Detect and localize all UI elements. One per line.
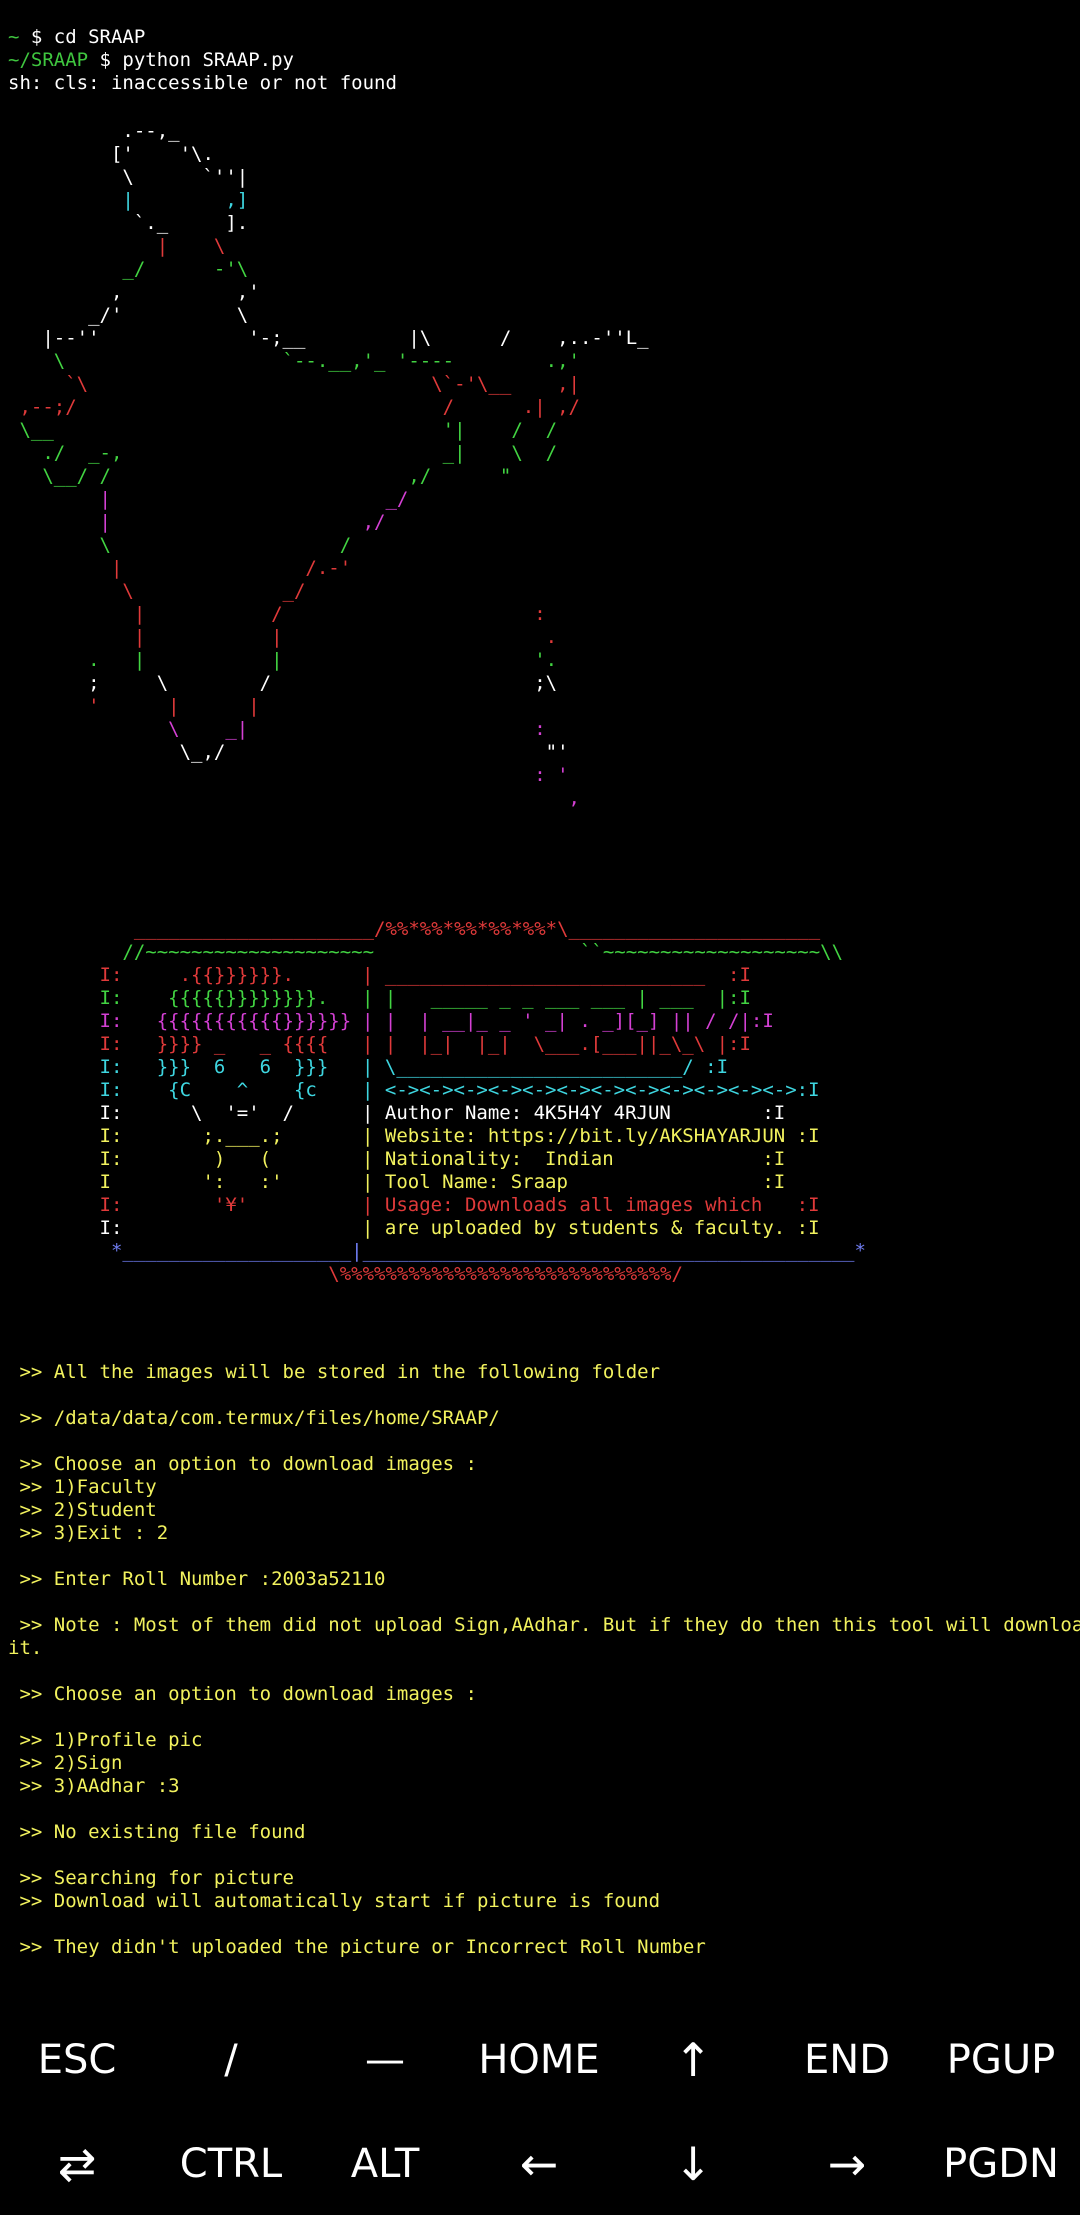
- india-map-line: `\ \`-'\__ ,|: [8, 373, 580, 395]
- india-map-line: | _/: [8, 488, 409, 510]
- india-map-line: .--,_: [8, 120, 180, 142]
- india-map-line: ,: [8, 787, 580, 809]
- banner-art-cell: I: {{{{{{{{{{{}}}}}}: [8, 1010, 363, 1032]
- banner-art-cell: I: {C ^ {c: [8, 1079, 352, 1101]
- output-line: >> Enter Roll Number :2003a52110: [8, 1568, 386, 1590]
- terminal-screen[interactable]: ~ $ cd SRAAP ~/SRAAP $ python SRAAP.py s…: [0, 0, 1080, 2010]
- output-line: >> 1)Faculty: [8, 1476, 157, 1498]
- output-line: it.: [8, 1637, 43, 1659]
- banner-info-cell: | \_________________________/ :I: [362, 1056, 729, 1078]
- banner-art-cell: I: ) (: [8, 1148, 352, 1170]
- india-map-line: _/' \: [8, 304, 249, 326]
- output-line: >> 2)Student: [8, 1499, 157, 1521]
- india-map-line: `._ ].: [8, 212, 249, 234]
- banner-art-cell: I: \ '=' /: [8, 1102, 352, 1124]
- banner-top-border: _____________________/%%*%%*%%*%%*%%*\__…: [8, 918, 821, 940]
- prompt-path: ~: [8, 26, 20, 48]
- banner-info-cell: | <-><-><-><-><-><-><-><-><-><-><-><->:I: [362, 1079, 820, 1101]
- home-key[interactable]: HOME: [462, 2010, 616, 2110]
- left-arrow-key[interactable]: ←: [462, 2114, 616, 2214]
- banner-info-cell: | | _____ _ _ ___ ___ | ___ |:I: [362, 987, 751, 1009]
- pgdn-key[interactable]: PGDN: [924, 2114, 1078, 2214]
- banner-info-cell: | | |_| |_| \___.[___||_\_\ |:I: [362, 1033, 751, 1055]
- slash-key[interactable]: /: [154, 2010, 308, 2110]
- banner-info-cell: | Nationality: Indian :I: [362, 1148, 786, 1170]
- banner-bottom-border: *____________________|__________________…: [8, 1240, 866, 1262]
- output-line: >> Note : Most of them did not upload Si…: [8, 1614, 1080, 1636]
- tab-key[interactable]: ⇄: [0, 2114, 154, 2214]
- banner-art-cell: I:: [8, 1217, 352, 1239]
- india-map-line: | ,/: [8, 511, 386, 533]
- india-map-line: \ `--.__,'_ '---- .,': [8, 350, 580, 372]
- output-line: >> No existing file found: [8, 1821, 306, 1843]
- banner-bottom-subborder: \%%%%%%%%%%%%%%%%%%%%%%%%%%%%%/: [8, 1263, 683, 1285]
- india-map-line: ' | |: [8, 695, 260, 717]
- prompt-path: ~/SRAAP: [8, 49, 89, 71]
- india-map-line: \__/ / ,/ ": [8, 465, 512, 487]
- down-arrow-key[interactable]: ↓: [616, 2114, 770, 2214]
- banner-art-cell: I: '¥': [8, 1194, 340, 1216]
- india-map-line: ,--;/ / .| ,/: [8, 396, 580, 418]
- india-map-line: | \: [8, 235, 226, 257]
- india-map-line: : ': [8, 764, 569, 786]
- command-text: $ python SRAAP.py: [88, 49, 294, 71]
- alt-key[interactable]: ALT: [308, 2114, 462, 2214]
- india-map-line: \ /: [8, 534, 352, 556]
- banner-info-cell: | Tool Name: Sraap :I: [362, 1171, 786, 1193]
- india-map-line: . | | '.: [8, 649, 558, 671]
- output-line: >> 1)Profile pic: [8, 1729, 203, 1751]
- banner-info-cell: | Author Name: 4K5H4Y 4RJUN :I: [362, 1102, 786, 1124]
- india-map-line: | | .: [8, 626, 558, 648]
- output-line: >> All the images will be stored in the …: [8, 1361, 661, 1383]
- india-map-line: \ `''|: [8, 166, 249, 188]
- pgup-key[interactable]: PGUP: [924, 2010, 1078, 2110]
- right-arrow-key[interactable]: →: [770, 2114, 924, 2214]
- banner-art-cell: I ': :': [8, 1171, 352, 1193]
- india-map-line: |--'' '-;__ |\ / ,..-''L_: [8, 327, 649, 349]
- output-line: >> /data/data/com.termux/files/home/SRAA…: [8, 1407, 500, 1429]
- end-key[interactable]: END: [770, 2010, 924, 2110]
- output-line: >> Download will automatically start if …: [8, 1890, 661, 1912]
- india-map-line: \__ '| / /: [8, 419, 558, 441]
- india-map-line: , ,': [8, 281, 260, 303]
- banner-info-cell: | | | __|_ _ ' _| . _][_] || / /|:I: [362, 1010, 774, 1032]
- banner-art-cell: I: .{{}}}}}}.: [8, 964, 340, 986]
- india-map-line: [' '\.: [8, 143, 214, 165]
- banner-info-cell: | Website: https://bit.ly/AKSHAYARJUN :I: [362, 1125, 820, 1147]
- banner-art-cell: I: ;.___.;: [8, 1125, 352, 1147]
- india-map-line: \_,/ "': [8, 741, 569, 763]
- india-map-line: \ _/: [8, 580, 306, 602]
- banner-art-cell: I: }}}} _ _ {{{{: [8, 1033, 340, 1055]
- up-arrow-key[interactable]: ↑: [616, 2010, 770, 2110]
- output-line: >> Choose an option to download images :: [8, 1683, 477, 1705]
- india-map-line: | ,]: [8, 189, 249, 211]
- banner-art-cell: I: }}} 6 6 }}}: [8, 1056, 352, 1078]
- output-line: >> Choose an option to download images :: [8, 1453, 477, 1475]
- command-text: $ cd SRAAP: [19, 26, 146, 48]
- output-line: >> 2)Sign: [8, 1752, 123, 1774]
- banner-info-cell: | Usage: Downloads all images which :I: [362, 1194, 820, 1216]
- output-line: >> Searching for picture: [8, 1867, 294, 1889]
- dash-key[interactable]: —: [308, 2010, 462, 2110]
- output-line: >> 3)AAdhar :3: [8, 1775, 180, 1797]
- output-line: >> They didn't uploaded the picture or I…: [8, 1936, 706, 1958]
- output-line: >> 3)Exit : 2: [8, 1522, 169, 1544]
- esc-key[interactable]: ESC: [0, 2010, 154, 2110]
- banner-info-cell: | are uploaded by students & faculty. :I: [362, 1217, 820, 1239]
- ctrl-key[interactable]: CTRL: [154, 2114, 308, 2214]
- error-line: sh: cls: inaccessible or not found: [8, 72, 397, 94]
- banner-top-subborder: //~~~~~~~~~~~~~~~~~~~~ ``~~~~~~~~~~~~~~~…: [8, 941, 844, 963]
- command-line: ~/SRAAP $ python SRAAP.py: [8, 49, 294, 72]
- india-map-line: ; \ / ;\: [8, 672, 558, 694]
- extra-keys-bar: ESC / — HOME ↑ END PGUP ⇄ CTRL ALT ← ↓ →…: [0, 2010, 1080, 2215]
- banner-art-cell: I: {{{{{}}}}}}}}.: [8, 987, 352, 1009]
- banner-info-cell: | ____________________________ :I: [362, 964, 751, 986]
- india-map-line: _/ -'\: [8, 258, 249, 280]
- india-map-line: \ _| :: [8, 718, 546, 740]
- india-map-line: | / :: [8, 603, 546, 625]
- command-line: ~ $ cd SRAAP: [8, 26, 145, 49]
- india-map-line: ./ _-, _| \ /: [8, 442, 558, 464]
- india-map-line: | /.-': [8, 557, 352, 579]
